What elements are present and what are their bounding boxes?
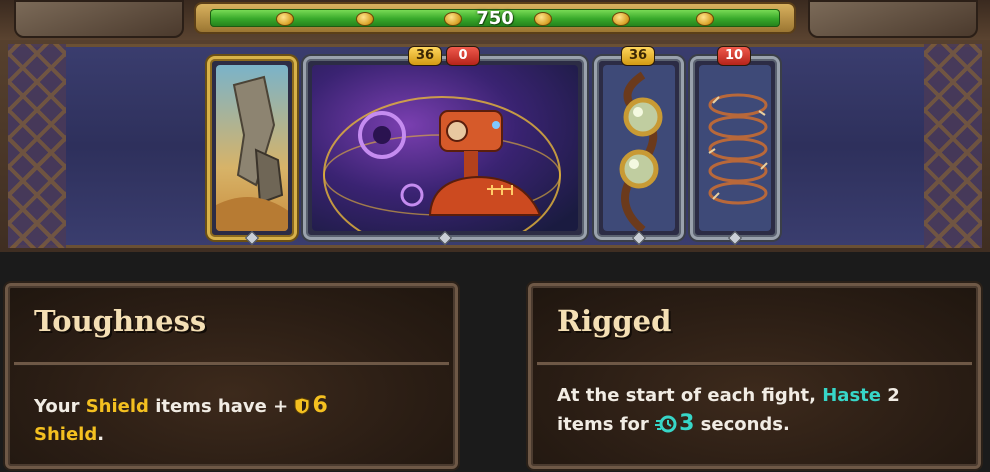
robot-card-art: [312, 65, 578, 231]
rigged-text: items for: [557, 414, 656, 435]
left-decoration: [14, 0, 184, 38]
game-board: 750 36 0 36 10: [0, 0, 990, 252]
barbed-wire-icon: [699, 65, 771, 231]
haste-value: 3: [679, 411, 695, 436]
rigged-title: Rigged: [557, 304, 672, 338]
haste-keyword: Haste: [822, 385, 881, 406]
goggles-card-gold-badge: 36: [621, 46, 655, 66]
toughness-tooltip: Toughness Your Shield items have + 6 Shi…: [5, 283, 458, 469]
toughness-text: .: [97, 424, 105, 445]
left-truss: [8, 44, 66, 248]
rigged-description: At the start of each fight, Haste 2 item…: [557, 382, 958, 439]
rock-card[interactable]: [207, 56, 297, 246]
toughness-text: items have +: [148, 396, 289, 417]
rigged-text: seconds.: [694, 414, 790, 435]
toughness-description: Your Shield items have + 6 Shield.: [34, 392, 435, 449]
shield-keyword: Shield: [34, 424, 98, 445]
rigged-tooltip: Rigged At the start of each fight, Haste…: [528, 283, 981, 469]
panel-divider: [14, 362, 449, 365]
rock-card-art: [216, 65, 288, 231]
shield-value: 6: [312, 393, 328, 418]
right-truss: [924, 44, 982, 248]
barbed-wire-card-art: [699, 65, 771, 231]
haste-icon: [655, 415, 677, 433]
rigged-text: 2: [880, 385, 900, 406]
rigged-text: At the start of each fight,: [557, 385, 823, 406]
gold-bar: 750: [194, 2, 796, 34]
barbed-wire-card-red-badge: 10: [717, 46, 751, 66]
right-decoration: [808, 0, 978, 38]
robot-icon: [312, 65, 578, 231]
goggles-card-art: [603, 65, 675, 231]
rock-icon: [216, 65, 288, 231]
gold-value: 750: [476, 8, 514, 29]
barbed-wire-card[interactable]: [690, 56, 780, 246]
goggles-card[interactable]: [594, 56, 684, 246]
robot-card[interactable]: [303, 56, 587, 246]
toughness-title: Toughness: [34, 304, 207, 338]
goggles-icon: [603, 65, 675, 231]
toughness-text: Your: [34, 396, 86, 417]
shield-icon: [294, 397, 310, 415]
shield-keyword: Shield: [85, 396, 149, 417]
panel-divider: [537, 362, 972, 365]
robot-card-red-badge: 0: [446, 46, 480, 66]
robot-card-gold-badge: 36: [408, 46, 442, 66]
